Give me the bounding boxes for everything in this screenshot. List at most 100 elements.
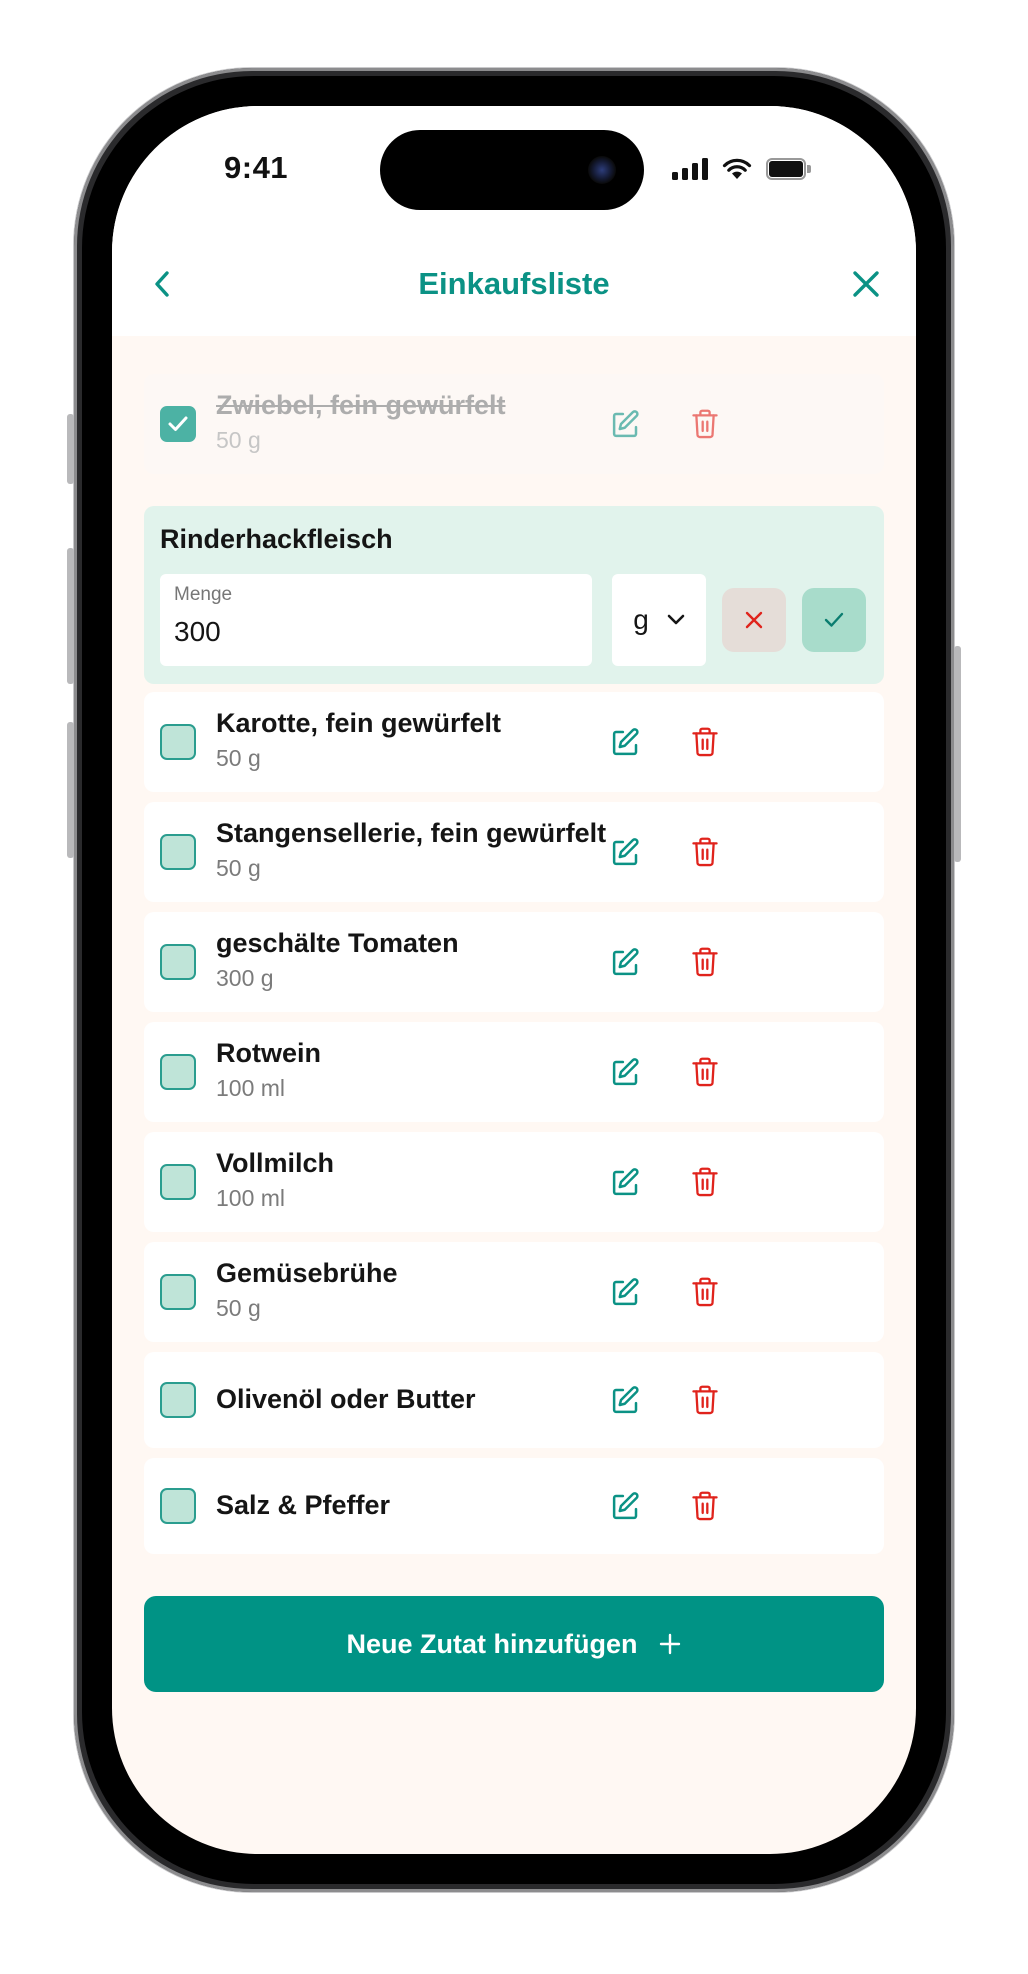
edit-button[interactable] bbox=[600, 1046, 652, 1098]
ingredient-list: Zwiebel, fein gewürfelt 50 g Rinderhackf… bbox=[144, 374, 884, 1564]
list-item[interactable]: Vollmilch 100 ml bbox=[144, 1132, 884, 1232]
delete-button[interactable] bbox=[679, 1374, 731, 1426]
edit-icon bbox=[612, 1278, 639, 1306]
delete-button[interactable] bbox=[679, 1156, 731, 1208]
item-amount: 50 g bbox=[216, 427, 261, 453]
item-checkbox[interactable] bbox=[160, 1054, 196, 1090]
item-name: Zwiebel, fein gewürfelt bbox=[216, 390, 506, 420]
status-time: 9:41 bbox=[224, 150, 289, 185]
delete-button[interactable] bbox=[679, 1266, 731, 1318]
list-item[interactable]: geschälte Tomaten 300 g bbox=[144, 912, 884, 1012]
delete-button[interactable] bbox=[679, 1046, 731, 1098]
edit-icon bbox=[612, 728, 639, 756]
unit-value: g bbox=[633, 604, 649, 635]
item-name: Olivenöl oder Butter bbox=[216, 1384, 476, 1414]
item-checkbox[interactable] bbox=[160, 1488, 196, 1524]
item-amount: 50 g bbox=[216, 855, 261, 881]
trash-icon bbox=[692, 1385, 718, 1415]
edit-icon bbox=[612, 838, 639, 866]
edit-button[interactable] bbox=[600, 716, 652, 768]
edit-button[interactable] bbox=[600, 1480, 652, 1532]
edit-icon bbox=[612, 410, 639, 438]
edit-button[interactable] bbox=[600, 936, 652, 988]
item-text: Gemüsebrühe 50 g bbox=[216, 1256, 398, 1326]
close-icon bbox=[853, 271, 879, 297]
item-checkbox[interactable] bbox=[160, 1382, 196, 1418]
add-ingredient-button[interactable]: Neue Zutat hinzufügen bbox=[144, 1596, 884, 1692]
item-amount: 100 ml bbox=[216, 1075, 286, 1101]
quantity-value: 300 bbox=[174, 616, 221, 647]
delete-button[interactable] bbox=[679, 826, 731, 878]
item-text: geschälte Tomaten 300 g bbox=[216, 926, 459, 996]
list-item[interactable]: Olivenöl oder Butter bbox=[144, 1352, 884, 1448]
unit-select[interactable]: g bbox=[612, 574, 706, 666]
edit-button[interactable] bbox=[600, 398, 652, 450]
trash-icon bbox=[692, 1167, 718, 1197]
trash-icon bbox=[692, 1057, 718, 1087]
list-item-checked[interactable]: Zwiebel, fein gewürfelt 50 g bbox=[144, 374, 884, 474]
action-button bbox=[67, 414, 74, 484]
trash-icon bbox=[692, 409, 718, 439]
close-icon bbox=[745, 611, 763, 629]
plus-icon bbox=[660, 1633, 681, 1655]
edit-item-name: Rinderhackfleisch bbox=[160, 524, 393, 554]
trash-icon bbox=[692, 1277, 718, 1307]
item-text: Salz & Pfeffer bbox=[216, 1488, 390, 1522]
item-checkbox-checked[interactable] bbox=[160, 406, 196, 442]
item-amount: 300 g bbox=[216, 965, 274, 991]
chevron-down-icon bbox=[667, 614, 685, 625]
list-item[interactable]: Stangensellerie, fein gewürfelt 50 g bbox=[144, 802, 884, 902]
item-text: Rotwein 100 ml bbox=[216, 1036, 321, 1106]
cellular-signal-icon bbox=[672, 158, 708, 180]
list-item[interactable]: Gemüsebrühe 50 g bbox=[144, 1242, 884, 1342]
edit-icon bbox=[612, 1386, 639, 1414]
item-checkbox[interactable] bbox=[160, 834, 196, 870]
edit-icon bbox=[612, 1492, 639, 1520]
item-name: Gemüsebrühe bbox=[216, 1258, 398, 1288]
open-items: Karotte, fein gewürfelt 50 g Stangenseller… bbox=[144, 692, 884, 1554]
edit-item-row: Rinderhackfleisch Menge 300 g bbox=[144, 506, 884, 684]
edit-button[interactable] bbox=[600, 1266, 652, 1318]
battery-icon bbox=[766, 158, 812, 180]
delete-button[interactable] bbox=[679, 1480, 731, 1532]
edit-button[interactable] bbox=[600, 1374, 652, 1426]
status-bar: 9:41 bbox=[112, 106, 916, 236]
volume-down-button bbox=[67, 722, 74, 858]
delete-button[interactable] bbox=[679, 716, 731, 768]
close-button[interactable] bbox=[836, 254, 896, 314]
page-title: Einkaufsliste bbox=[418, 266, 610, 301]
item-name: Rotwein bbox=[216, 1038, 321, 1068]
edit-icon bbox=[612, 1168, 639, 1196]
trash-icon bbox=[692, 727, 718, 757]
delete-button[interactable] bbox=[679, 936, 731, 988]
item-checkbox[interactable] bbox=[160, 944, 196, 980]
delete-button[interactable] bbox=[679, 398, 731, 450]
item-amount: 100 ml bbox=[216, 1185, 286, 1211]
edit-icon bbox=[612, 1058, 639, 1086]
screen: 9:41 Einkaufsliste Zwiebel, fein gewürfe… bbox=[112, 106, 916, 1854]
item-amount: 50 g bbox=[216, 745, 261, 771]
item-name: Vollmilch bbox=[216, 1148, 335, 1178]
list-item[interactable]: Karotte, fein gewürfelt 50 g bbox=[144, 692, 884, 792]
confirm-edit-button[interactable] bbox=[802, 588, 866, 652]
item-text: Karotte, fein gewürfelt 50 g bbox=[216, 706, 501, 776]
item-checkbox[interactable] bbox=[160, 724, 196, 760]
item-checkbox[interactable] bbox=[160, 1164, 196, 1200]
wifi-icon bbox=[722, 158, 752, 179]
power-button bbox=[954, 646, 961, 862]
list-item[interactable]: Rotwein 100 ml bbox=[144, 1022, 884, 1122]
item-checkbox[interactable] bbox=[160, 1274, 196, 1310]
status-icons bbox=[672, 158, 812, 180]
edit-button[interactable] bbox=[600, 1156, 652, 1208]
cancel-edit-button[interactable] bbox=[722, 588, 786, 652]
item-amount: 50 g bbox=[216, 1295, 261, 1321]
trash-icon bbox=[692, 1491, 718, 1521]
edit-button[interactable] bbox=[600, 826, 652, 878]
item-name: Karotte, fein gewürfelt bbox=[216, 708, 502, 738]
quantity-input[interactable]: Menge 300 bbox=[160, 574, 592, 666]
item-text: Olivenöl oder Butter bbox=[216, 1382, 476, 1416]
quantity-label: Menge bbox=[174, 584, 233, 605]
list-item[interactable]: Salz & Pfeffer bbox=[144, 1458, 884, 1554]
camera-icon bbox=[588, 156, 616, 184]
add-ingredient-label: Neue Zutat hinzufügen bbox=[346, 1628, 638, 1659]
